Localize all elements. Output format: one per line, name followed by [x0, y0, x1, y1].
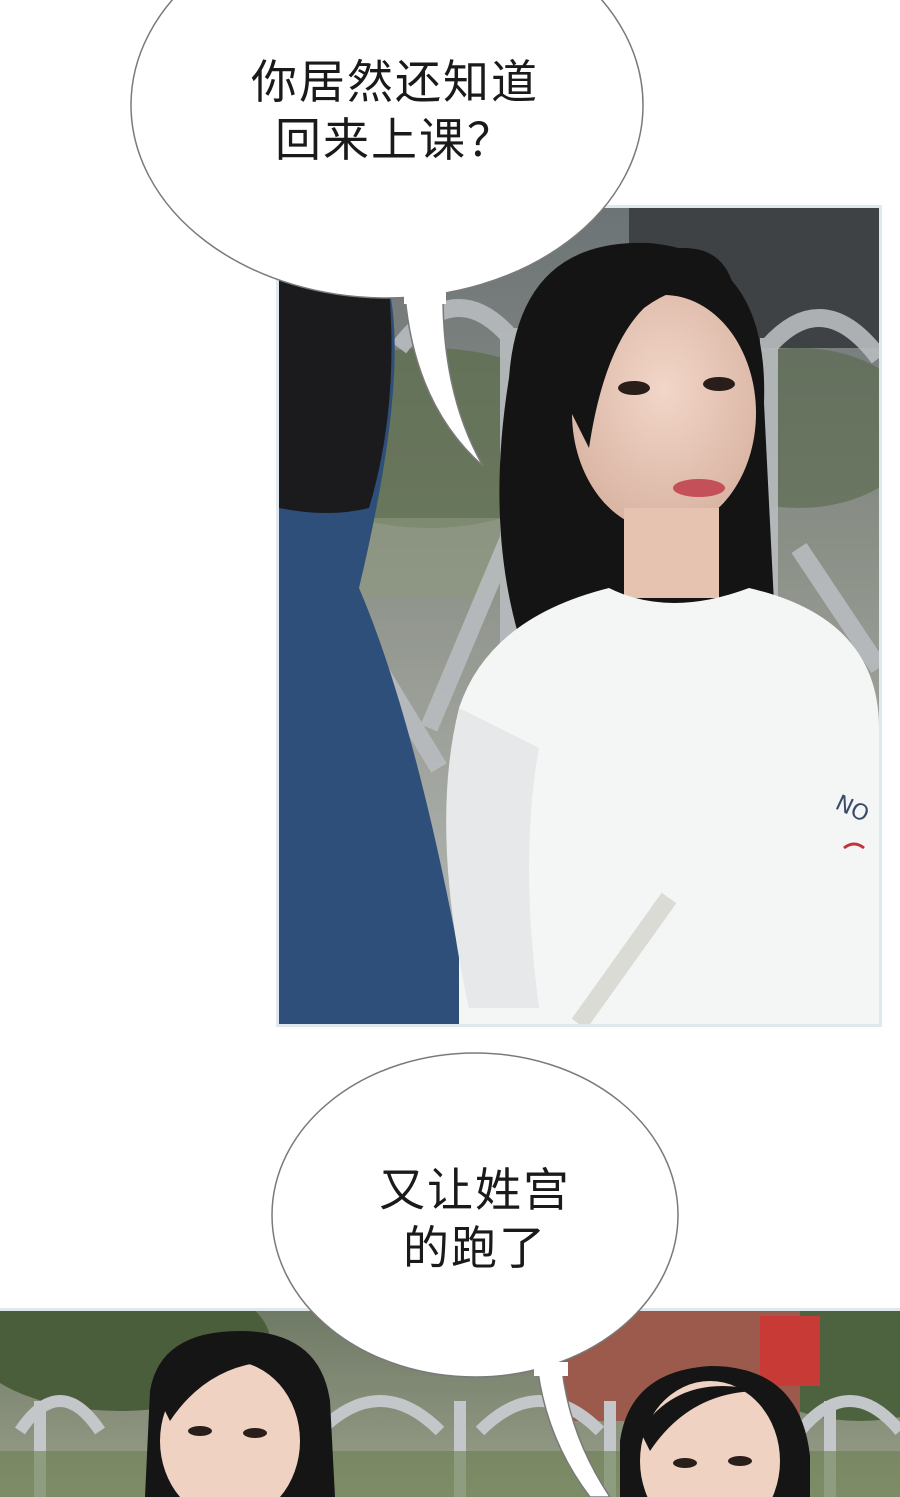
speech-bubble-1-text: 你居然还知道 回来上课？ [251, 55, 539, 167]
speech-bubble-2-text: 又让姓宫 的跑了 [379, 1163, 571, 1275]
photo-girl-white-tshirt: NO [279, 208, 879, 1024]
photo-two-girls-gate [0, 1311, 900, 1497]
photo-panel-1: NO [276, 205, 882, 1027]
photo-panel-2 [0, 1308, 900, 1497]
